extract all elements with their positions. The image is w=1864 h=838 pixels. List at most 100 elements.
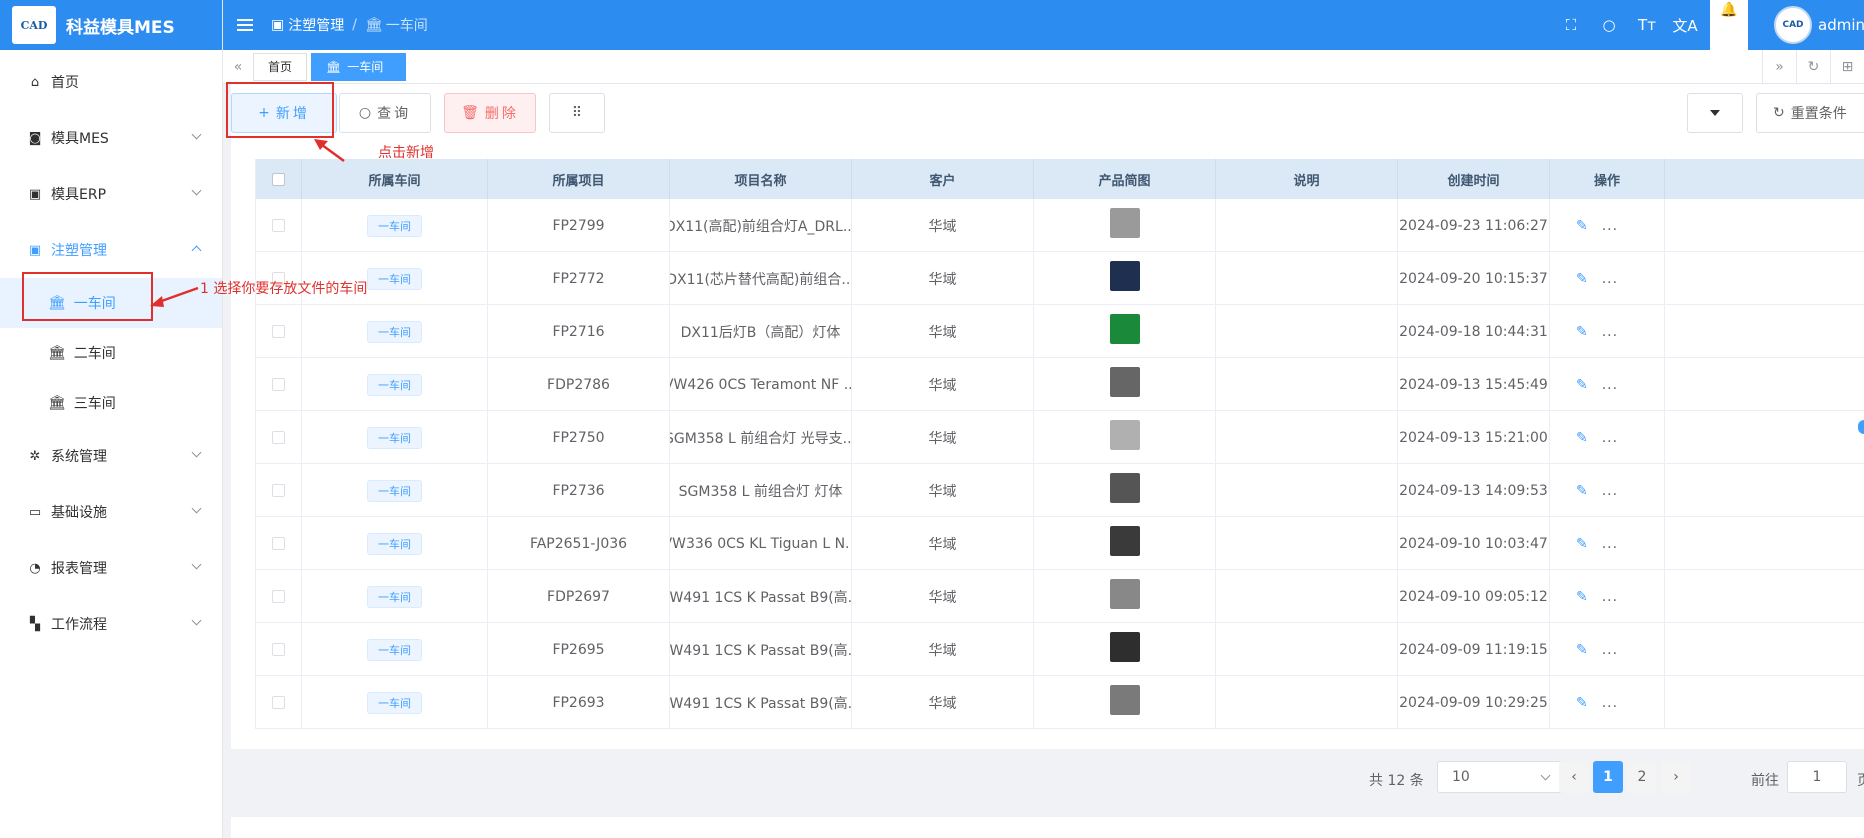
- row-select-cell[interactable]: [256, 305, 302, 358]
- row-checkbox[interactable]: [272, 696, 285, 709]
- product-thumbnail[interactable]: [1109, 207, 1140, 238]
- row-checkbox[interactable]: [272, 590, 285, 603]
- query-button[interactable]: ○ 查询: [339, 93, 431, 133]
- row-select-cell[interactable]: [256, 358, 302, 411]
- product-thumbnail[interactable]: [1109, 684, 1140, 715]
- edit-icon[interactable]: ✎: [1576, 642, 1588, 658]
- more-icon[interactable]: ...: [1602, 218, 1618, 234]
- row-select-cell[interactable]: [256, 411, 302, 464]
- sidebar-subitem-workshop-2[interactable]: 🏛 二车间: [0, 328, 222, 378]
- side-badge[interactable]: [1858, 420, 1864, 434]
- sidebar-item-mold-erp[interactable]: ▣ 模具ERP: [0, 166, 222, 222]
- row-select-cell[interactable]: [256, 199, 302, 252]
- workshop-tag: 一车间: [367, 638, 422, 661]
- more-icon[interactable]: ...: [1602, 271, 1618, 287]
- more-icon[interactable]: ...: [1602, 430, 1618, 446]
- sidebar-subitem-workshop-3[interactable]: 🏛 三车间: [0, 378, 222, 428]
- page-button-2[interactable]: 2: [1627, 761, 1657, 793]
- product-thumbnail[interactable]: [1109, 260, 1140, 291]
- product-thumbnail[interactable]: [1109, 631, 1140, 662]
- row-select-cell[interactable]: [256, 676, 302, 729]
- project-name-cell: VW491 1CS K Passat B9(高...: [670, 676, 852, 729]
- tab-home[interactable]: 首页: [253, 52, 308, 81]
- row-checkbox[interactable]: [272, 325, 285, 338]
- prev-page-button[interactable]: ‹: [1559, 761, 1589, 793]
- fullscreen-icon[interactable]: ⛶: [1552, 16, 1590, 34]
- sidebar-item-mold-mes[interactable]: ◙ 模具MES: [0, 110, 222, 166]
- row-checkbox[interactable]: [272, 484, 285, 497]
- bottom-card: [231, 817, 1864, 838]
- row-select-cell[interactable]: [256, 517, 302, 570]
- more-icon[interactable]: ...: [1602, 324, 1618, 340]
- bank-icon: 🏛: [48, 395, 66, 411]
- edit-icon[interactable]: ✎: [1576, 430, 1588, 446]
- edit-icon[interactable]: ✎: [1576, 589, 1588, 605]
- chevron-down-icon: [191, 447, 202, 458]
- edit-icon[interactable]: ✎: [1576, 271, 1588, 287]
- edit-icon[interactable]: ✎: [1576, 377, 1588, 393]
- more-icon[interactable]: ...: [1602, 695, 1618, 711]
- row-checkbox[interactable]: [272, 219, 285, 232]
- column-header: 项目名称: [670, 159, 852, 199]
- product-thumbnail[interactable]: [1109, 472, 1140, 503]
- workshop-cell: 一车间: [302, 411, 488, 464]
- row-checkbox[interactable]: [272, 643, 285, 656]
- edit-icon[interactable]: ✎: [1576, 695, 1588, 711]
- goto-page-input[interactable]: 1: [1787, 761, 1847, 793]
- tabs-scroll-right-icon[interactable]: »: [1762, 50, 1796, 84]
- edit-icon[interactable]: ✎: [1576, 218, 1588, 234]
- more-icon[interactable]: ...: [1602, 589, 1618, 605]
- page-size-select[interactable]: 10: [1437, 761, 1564, 793]
- product-thumbnail[interactable]: [1109, 419, 1140, 450]
- select-all-cell[interactable]: [256, 159, 302, 199]
- tabs-scroll-left-icon[interactable]: «: [223, 59, 253, 75]
- product-thumbnail[interactable]: [1109, 578, 1140, 609]
- user-menu[interactable]: CAD admin: [1774, 6, 1864, 44]
- sidebar-item-injection-mgmt[interactable]: ▣ 注塑管理: [0, 222, 222, 278]
- sidebar-item-system-mgmt[interactable]: ✲ 系统管理: [0, 428, 222, 484]
- refresh-icon[interactable]: ↻: [1796, 50, 1830, 84]
- row-checkbox[interactable]: [272, 431, 285, 444]
- translate-icon[interactable]: 文A: [1666, 15, 1704, 36]
- sidebar-item-home[interactable]: ⌂ 首页: [0, 54, 222, 110]
- sidebar-item-infrastructure[interactable]: ▭ 基础设施: [0, 484, 222, 540]
- reset-button[interactable]: ↻ 重置条件: [1756, 93, 1864, 133]
- breadcrumb-item[interactable]: 注塑管理: [288, 15, 344, 35]
- page-button-1[interactable]: 1: [1593, 761, 1623, 793]
- search-icon[interactable]: ○: [1590, 16, 1628, 34]
- sidebar-item-workflow[interactable]: ▚ 工作流程: [0, 596, 222, 652]
- tab-workshop-1[interactable]: 🏛 一车间: [311, 52, 407, 81]
- row-select-cell[interactable]: [256, 570, 302, 623]
- edit-icon[interactable]: ✎: [1576, 536, 1588, 552]
- font-size-icon[interactable]: Tт: [1628, 16, 1666, 34]
- bell-icon[interactable]: 🔔: [1710, 0, 1748, 50]
- workshop-cell: 一车间: [302, 623, 488, 676]
- select-all-checkbox[interactable]: [272, 172, 285, 186]
- more-icon[interactable]: ...: [1602, 483, 1618, 499]
- grid-icon[interactable]: ⊞: [1830, 50, 1864, 84]
- more-icon[interactable]: ...: [1602, 536, 1618, 552]
- row-checkbox[interactable]: [272, 537, 285, 550]
- created-time-cell: 2024-09-13 15:21:00: [1398, 411, 1550, 464]
- gift-icon: ▣: [271, 17, 285, 33]
- more-icon[interactable]: ...: [1602, 642, 1618, 658]
- more-icon[interactable]: ...: [1602, 377, 1618, 393]
- product-thumbnail[interactable]: [1109, 366, 1140, 397]
- delete-button[interactable]: 🗑 删除: [444, 93, 536, 133]
- edit-icon[interactable]: ✎: [1576, 483, 1588, 499]
- logo: CAD: [12, 6, 56, 44]
- actions-cell: ✎...: [1550, 305, 1665, 358]
- product-thumbnail[interactable]: [1109, 525, 1140, 556]
- row-checkbox[interactable]: [272, 378, 285, 391]
- row-select-cell[interactable]: [256, 464, 302, 517]
- sidebar-item-label: 首页: [51, 75, 79, 91]
- column-settings-button[interactable]: ⠿: [549, 93, 605, 133]
- product-thumbnail[interactable]: [1109, 313, 1140, 344]
- next-page-button[interactable]: ›: [1661, 761, 1691, 793]
- filter-dropdown-button[interactable]: [1687, 93, 1743, 133]
- project-name-cell: DX11(芯片替代高配)前组合...: [670, 252, 852, 305]
- edit-icon[interactable]: ✎: [1576, 324, 1588, 340]
- row-select-cell[interactable]: [256, 623, 302, 676]
- sidebar-item-reports[interactable]: ◔ 报表管理: [0, 540, 222, 596]
- hamburger-icon[interactable]: [237, 19, 253, 31]
